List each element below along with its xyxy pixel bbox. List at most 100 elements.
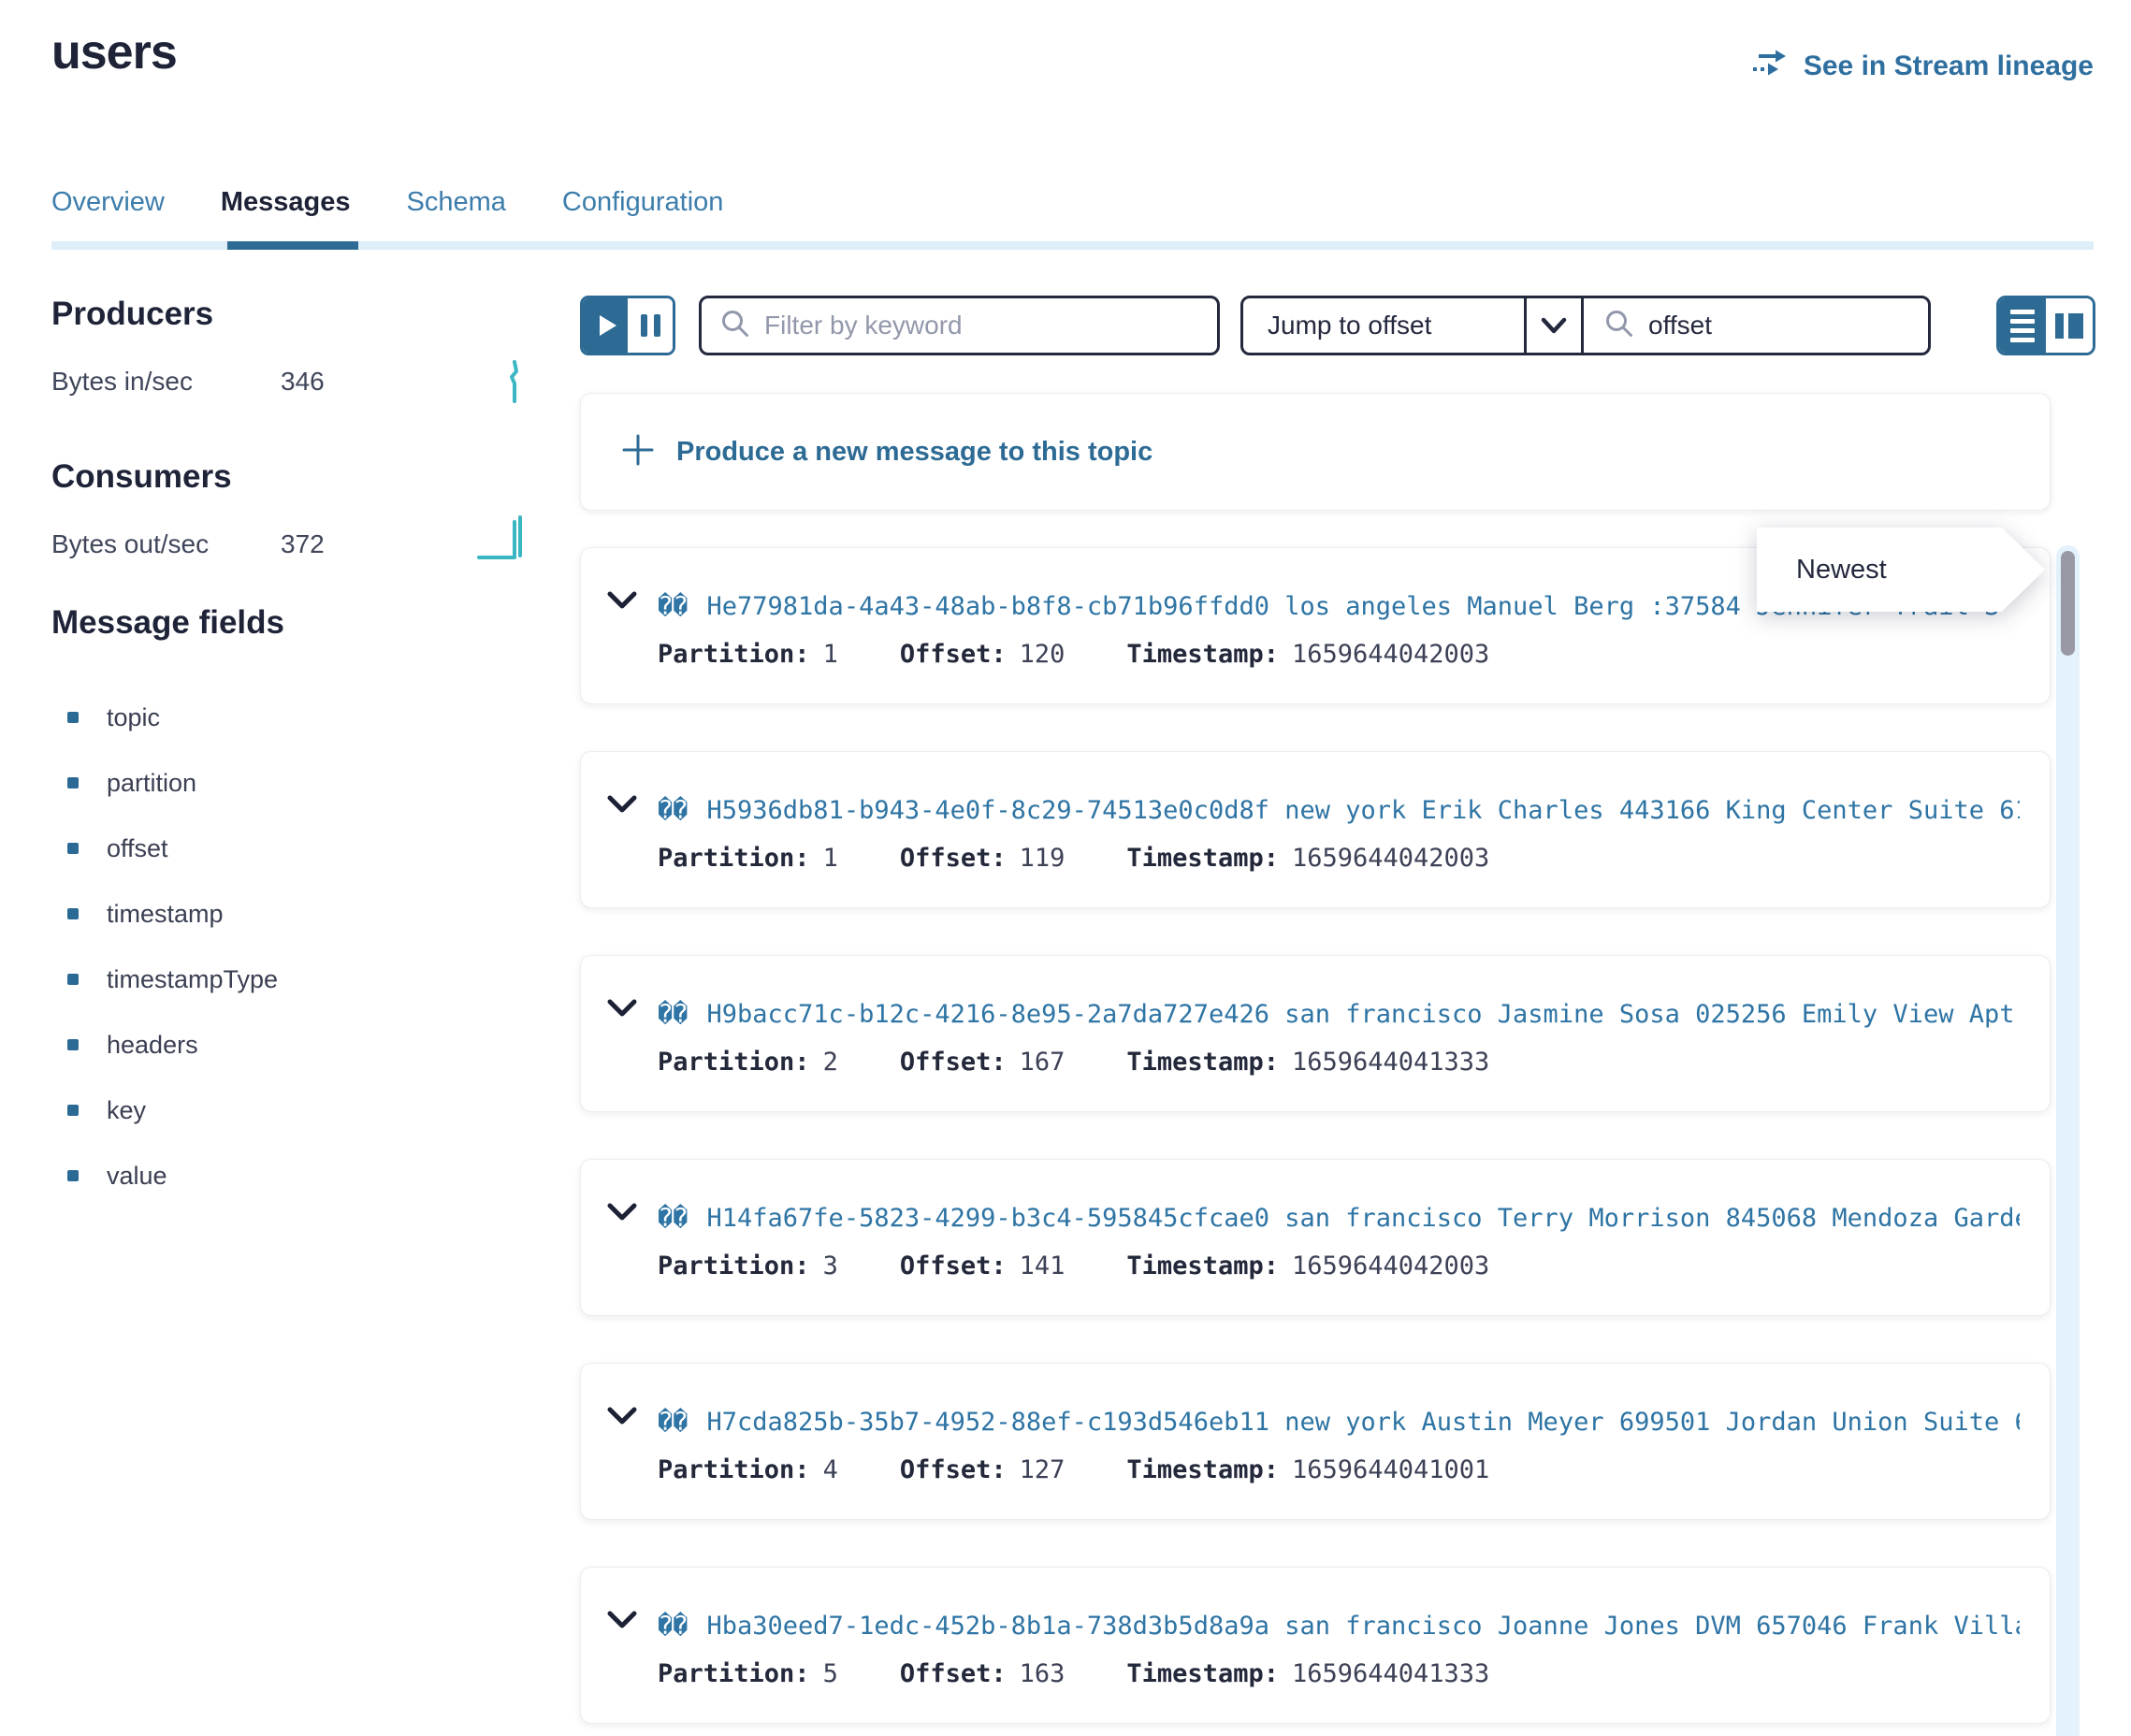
produce-message-button[interactable]: Produce a new message to this topic <box>580 393 2051 511</box>
message-row[interactable]: �� H14fa67fe-5823-4299-b3c4-595845cfcae0… <box>580 1159 2051 1316</box>
offset-value: 127 <box>1020 1455 1066 1484</box>
chevron-down-icon[interactable] <box>607 1611 637 1634</box>
list-view-button[interactable] <box>1999 298 2046 353</box>
partition-value: 1 <box>823 640 838 669</box>
message-field-item-topic[interactable]: topic <box>67 685 278 750</box>
consumers-heading: Consumers <box>51 458 232 496</box>
message-field-item-partition[interactable]: partition <box>67 750 278 816</box>
offset-label: Offset: <box>900 1048 1007 1077</box>
message-fields-list: topic partition offset timestamp timesta… <box>67 685 278 1208</box>
offset-group: Offset:120 <box>900 640 1066 669</box>
view-mode-toggle <box>1996 296 2095 355</box>
field-label: timestampType <box>107 965 278 994</box>
bytes-in-label: Bytes in/sec <box>51 367 193 397</box>
chevron-down-icon[interactable] <box>607 1203 637 1226</box>
offset-value: 167 <box>1020 1048 1066 1077</box>
timestamp-group: Timestamp: 1659644042003 <box>1126 640 1489 669</box>
field-label: topic <box>107 703 160 732</box>
chevron-down-icon[interactable] <box>1527 298 1581 353</box>
key-glyphs: �� <box>658 1612 689 1641</box>
message-meta: Partition:5 Offset:163 Timestamp:1659644… <box>658 1659 1489 1688</box>
message-list: �� He77981da-4a43-48ab-b8f8-cb71b96ffdd0… <box>580 547 2051 1736</box>
partition-label: Partition: <box>658 1251 810 1280</box>
timestamp-label: Timestamp: <box>1126 844 1279 873</box>
message-field-item-value[interactable]: value <box>67 1143 278 1208</box>
chevron-down-icon[interactable] <box>607 795 637 818</box>
message-meta: Partition:2 Offset:167 Timestamp:1659644… <box>658 1048 1489 1077</box>
offset-label: Offset: <box>900 1659 1007 1688</box>
timestamp-group: Timestamp: 1659644042003 <box>1126 844 1489 873</box>
bytes-out-sparkline <box>477 513 531 566</box>
scrollbar-thumb[interactable] <box>2061 551 2075 656</box>
message-field-item-key[interactable]: key <box>67 1078 278 1143</box>
message-key-text: H7cda825b-35b7-4952-88ef-c193d546eb11 ne… <box>707 1408 2020 1437</box>
field-label: key <box>107 1096 146 1125</box>
partition-label: Partition: <box>658 1659 810 1688</box>
offset-group: Offset:119 <box>900 844 1066 873</box>
key-glyphs: �� <box>658 1204 689 1233</box>
scrollbar-track[interactable] <box>2056 545 2080 1736</box>
message-key-line: �� H5936db81-b943-4e0f-8c29-74513e0c0d8f… <box>658 791 2020 829</box>
bytes-in-sparkline <box>505 359 526 409</box>
tab-overview[interactable]: Overview <box>51 187 165 218</box>
newest-tooltip: Newest <box>1757 528 2045 612</box>
offset-label: Offset: <box>900 844 1007 873</box>
timestamp-value: 1659644042003 <box>1292 1251 1489 1280</box>
timestamp-value: 1659644042003 <box>1292 640 1489 669</box>
active-tab-indicator <box>227 241 358 250</box>
partition-label: Partition: <box>658 1048 810 1077</box>
tab-configuration[interactable]: Configuration <box>562 187 724 218</box>
offset-search-field[interactable] <box>1584 298 1928 353</box>
offset-group: Offset: 141 <box>900 1251 1066 1280</box>
timestamp-label: Timestamp: <box>1126 1251 1279 1280</box>
timestamp-group: Timestamp:1659644041001 <box>1126 1455 1489 1484</box>
message-field-item-timestamp[interactable]: timestamp <box>67 881 278 947</box>
stream-lineage-label: See in Stream lineage <box>1804 51 2094 82</box>
column-view-button[interactable] <box>2046 298 2093 353</box>
message-field-item-timestamptype[interactable]: timestampType <box>67 947 278 1012</box>
tab-schema[interactable]: Schema <box>407 187 506 218</box>
message-field-item-headers[interactable]: headers <box>67 1012 278 1078</box>
message-row[interactable]: �� H5936db81-b943-4e0f-8c29-74513e0c0d8f… <box>580 751 2051 908</box>
partition-label: Partition: <box>658 640 810 669</box>
topic-tabs: Overview Messages Schema Configuration <box>51 187 723 218</box>
pause-button[interactable] <box>628 298 673 353</box>
offset-search-input[interactable] <box>1648 311 1882 340</box>
play-icon <box>600 315 616 336</box>
message-row[interactable]: �� Hba30eed7-1edc-452b-8b1a-738d3b5d8a9a… <box>580 1567 2051 1724</box>
stream-lineage-link[interactable]: See in Stream lineage <box>1752 49 2094 84</box>
offset-label: Offset: <box>900 1251 1007 1280</box>
play-button[interactable] <box>583 298 628 353</box>
partition-value: 1 <box>823 844 838 873</box>
timestamp-value: 1659644042003 <box>1292 844 1489 873</box>
message-field-item-offset[interactable]: offset <box>67 816 278 881</box>
field-bullet-icon <box>67 974 79 985</box>
key-glyphs: �� <box>658 796 689 825</box>
keyword-filter-input[interactable] <box>764 311 1198 340</box>
offset-value: 141 <box>1020 1251 1066 1280</box>
search-icon <box>1604 309 1634 343</box>
message-key-line: �� H9bacc71c-b12c-4216-8e95-2a7da727e426… <box>658 995 2020 1033</box>
tab-messages[interactable]: Messages <box>221 187 351 218</box>
field-label: headers <box>107 1031 198 1060</box>
jump-to-offset-select[interactable]: Jump to offset <box>1243 298 1524 353</box>
message-key-text: H14fa67fe-5823-4299-b3c4-595845cfcae0 sa… <box>707 1204 2020 1233</box>
field-label: offset <box>107 834 168 863</box>
field-bullet-icon <box>67 1170 79 1181</box>
key-glyphs: �� <box>658 1000 689 1029</box>
chevron-down-icon[interactable] <box>607 1407 637 1430</box>
message-key-text: Hba30eed7-1edc-452b-8b1a-738d3b5d8a9a sa… <box>707 1612 2020 1641</box>
chevron-down-icon[interactable] <box>607 591 637 615</box>
keyword-filter-field[interactable] <box>699 296 1220 355</box>
partition-group: Partition: 1 <box>658 640 838 669</box>
message-row[interactable]: �� H7cda825b-35b7-4952-88ef-c193d546eb11… <box>580 1363 2051 1520</box>
timestamp-label: Timestamp: <box>1126 1455 1279 1484</box>
message-row[interactable]: �� H9bacc71c-b12c-4216-8e95-2a7da727e426… <box>580 955 2051 1112</box>
newest-tooltip-label: Newest <box>1796 555 1887 586</box>
chevron-down-icon[interactable] <box>607 999 637 1022</box>
message-key-text: H5936db81-b943-4e0f-8c29-74513e0c0d8f ne… <box>707 796 2020 825</box>
produce-message-label: Produce a new message to this topic <box>676 437 1152 468</box>
field-label: value <box>107 1162 167 1191</box>
timestamp-label: Timestamp: <box>1126 640 1279 669</box>
timestamp-label: Timestamp: <box>1126 1048 1279 1077</box>
